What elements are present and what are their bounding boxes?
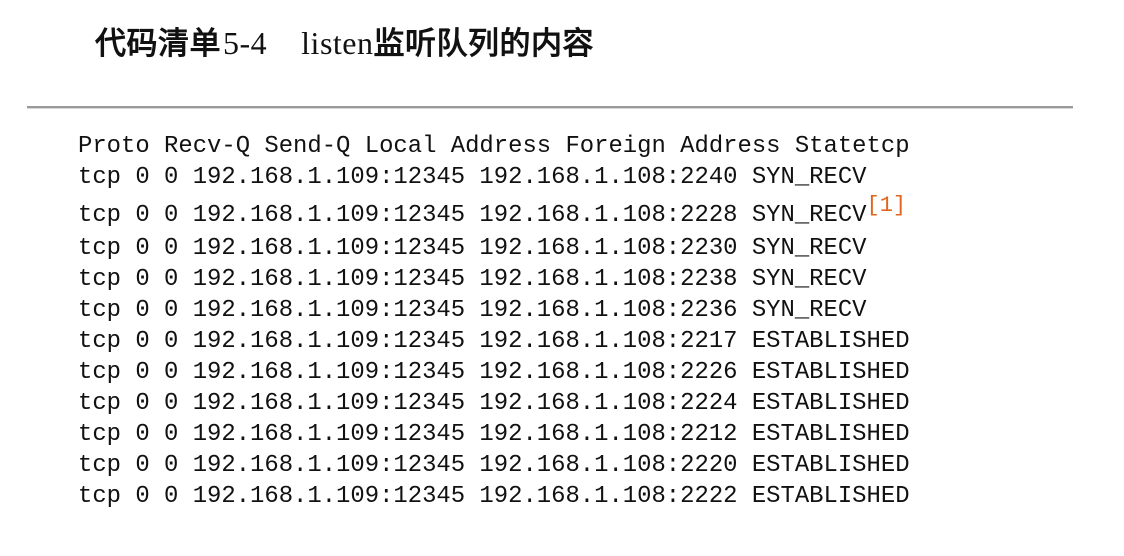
code-line: tcp 0 0 192.168.1.109:12345 192.168.1.10…: [78, 483, 910, 510]
code-line: tcp 0 0 192.168.1.109:12345 192.168.1.10…: [78, 266, 867, 293]
listing-title-zh: 监听队列的内容: [373, 26, 594, 62]
code-line: tcp 0 0 192.168.1.109:12345 192.168.1.10…: [78, 359, 910, 386]
code-line: tcp 0 0 192.168.1.109:12345 192.168.1.10…: [78, 164, 867, 191]
listing-title: 代码清单5-4 listen监听队列的内容: [95, 18, 594, 63]
code-line: tcp 0 0 192.168.1.109:12345 192.168.1.10…: [78, 297, 867, 324]
listing-label: 代码清单: [95, 26, 221, 62]
code-header-line: Proto Recv-Q Send-Q Local Address Foreig…: [78, 133, 910, 160]
code-line: tcp 0 0 192.168.1.109:12345 192.168.1.10…: [78, 421, 910, 448]
code-line: tcp 0 0 192.168.1.109:12345 192.168.1.10…: [78, 390, 910, 417]
listing-title-en: listen: [301, 25, 374, 61]
code-listing: Proto Recv-Q Send-Q Local Address Foreig…: [78, 131, 910, 512]
code-line: tcp 0 0 192.168.1.109:12345 192.168.1.10…: [78, 193, 910, 233]
code-line-text: tcp 0 0 192.168.1.109:12345 192.168.1.10…: [78, 202, 867, 229]
listing-number: 5-4: [223, 25, 268, 61]
code-line: tcp 0 0 192.168.1.109:12345 192.168.1.10…: [78, 235, 867, 262]
code-line: tcp 0 0 192.168.1.109:12345 192.168.1.10…: [78, 328, 910, 355]
divider: [27, 106, 1073, 109]
footnote-marker[interactable]: [1]: [867, 193, 907, 218]
code-line: tcp 0 0 192.168.1.109:12345 192.168.1.10…: [78, 452, 910, 479]
